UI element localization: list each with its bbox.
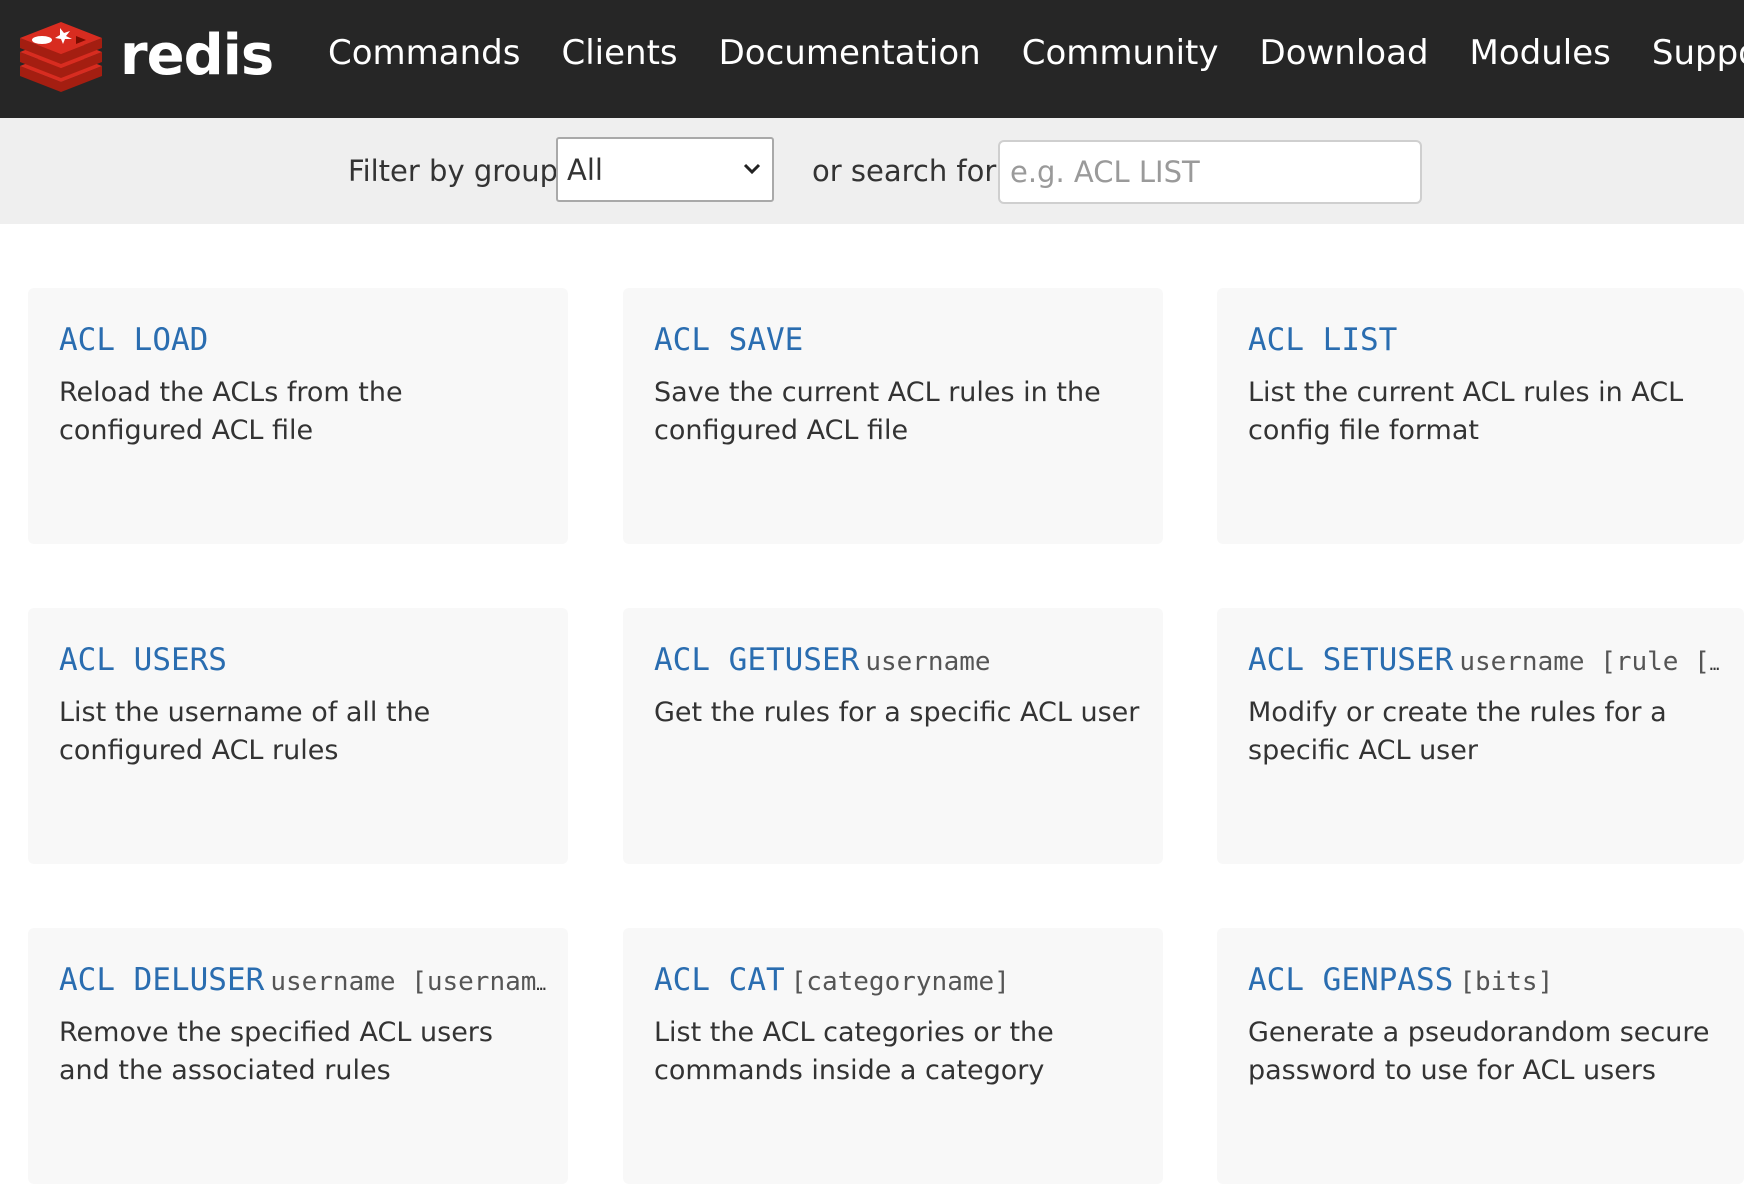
redis-cube-logo-icon (20, 22, 102, 92)
nav-item-clients[interactable]: Clients (561, 33, 677, 73)
top-navigation-bar: redis Commands Clients Documentation Com… (0, 0, 1744, 118)
command-description: List the ACL categories or the commands … (654, 1017, 1054, 1086)
command-description: Save the current ACL rules in the config… (654, 377, 1101, 446)
redis-logo-link[interactable]: redis (16, 16, 274, 94)
command-name-link[interactable]: ACL SAVE (654, 322, 803, 358)
command-card-acl-setuser[interactable]: ACL SETUSER username [rule [r… Modify or … (1217, 608, 1744, 864)
filter-group-label: Filter by group: (348, 154, 568, 188)
command-title: ACL GENPASS [bits] (1248, 962, 1728, 998)
command-name-link[interactable]: ACL LOAD (59, 322, 208, 358)
command-name-link[interactable]: ACL DELUSER (59, 962, 264, 998)
command-title: ACL SAVE (654, 322, 1147, 358)
command-card-acl-getuser[interactable]: ACL GETUSER username Get the rules for a … (623, 608, 1163, 864)
command-title: ACL SETUSER username [rule [r… (1248, 642, 1728, 678)
command-name-link[interactable]: ACL CAT (654, 962, 785, 998)
command-description: List the current ACL rules in ACL config… (1248, 377, 1684, 446)
command-args: username [rule [r… (1459, 647, 1728, 677)
main-nav: Commands Clients Documentation Community… (328, 0, 1744, 106)
command-card-acl-save[interactable]: ACL SAVE Save the current ACL rules in t… (623, 288, 1163, 544)
command-name-link[interactable]: ACL SETUSER (1248, 642, 1453, 678)
command-args: username (865, 647, 991, 677)
search-input[interactable] (998, 140, 1422, 204)
command-name-link[interactable]: ACL GETUSER (654, 642, 859, 678)
command-description: List the username of all the configured … (59, 697, 431, 766)
command-title: ACL CAT [categoryname] (654, 962, 1147, 998)
command-description: Get the rules for a specific ACL user (654, 697, 1140, 728)
command-title: ACL GETUSER username (654, 642, 1147, 678)
command-title: ACL DELUSER username [usernam… (59, 962, 552, 998)
command-title: ACL LIST (1248, 322, 1728, 358)
nav-item-download[interactable]: Download (1260, 33, 1429, 73)
command-description: Modify or create the rules for a specifi… (1248, 697, 1667, 766)
command-description: Generate a pseudorandom secure password … (1248, 1017, 1710, 1086)
command-title: ACL LOAD (59, 322, 552, 358)
command-card-acl-genpass[interactable]: ACL GENPASS [bits] Generate a pseudorando… (1217, 928, 1744, 1184)
command-description: Remove the specified ACL users and the a… (59, 1017, 493, 1086)
nav-item-documentation[interactable]: Documentation (719, 33, 981, 73)
command-args: [bits] (1459, 967, 1554, 997)
command-description: Reload the ACLs from the configured ACL … (59, 377, 403, 446)
chevron-down-icon (743, 163, 761, 175)
command-name-link[interactable]: ACL GENPASS (1248, 962, 1453, 998)
redis-wordmark: redis (120, 22, 274, 88)
nav-item-modules[interactable]: Modules (1470, 33, 1611, 73)
group-select[interactable]: All (556, 137, 774, 202)
group-select-value: All (567, 152, 603, 187)
search-label: or search for: (812, 154, 1006, 188)
command-name-link[interactable]: ACL LIST (1248, 322, 1397, 358)
command-card-acl-load[interactable]: ACL LOAD Reload the ACLs from the config… (28, 288, 568, 544)
command-args: [categoryname] (790, 967, 1010, 997)
command-card-acl-users[interactable]: ACL USERS List the username of all the c… (28, 608, 568, 864)
command-card-acl-cat[interactable]: ACL CAT [categoryname] List the ACL categ… (623, 928, 1163, 1184)
nav-item-commands[interactable]: Commands (328, 33, 520, 73)
command-name-link[interactable]: ACL USERS (59, 642, 227, 678)
command-args: username [usernam… (270, 967, 552, 997)
nav-item-community[interactable]: Community (1022, 33, 1219, 73)
command-card-acl-list[interactable]: ACL LIST List the current ACL rules in A… (1217, 288, 1744, 544)
nav-item-support[interactable]: Support (1652, 33, 1744, 73)
command-title: ACL USERS (59, 642, 552, 678)
command-card-acl-deluser[interactable]: ACL DELUSER username [usernam… Remove the… (28, 928, 568, 1184)
